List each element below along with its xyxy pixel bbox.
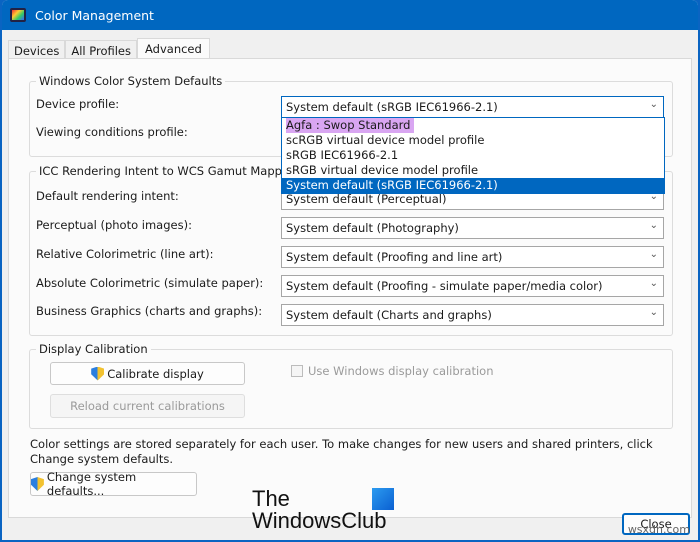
chevron-down-icon: ⌄ — [649, 220, 658, 231]
chevron-down-icon: ⌄ — [649, 278, 658, 289]
dropdown-option[interactable]: scRGB virtual device model profile — [282, 133, 664, 148]
chevron-down-icon: ⌄ — [649, 249, 658, 260]
change-system-defaults-button[interactable]: Change system defaults... — [30, 470, 197, 498]
perceptual-select[interactable]: System default (Photography) ⌄ — [281, 217, 664, 239]
dropdown-option[interactable]: sRGB IEC61966-2.1 — [282, 148, 664, 163]
icc-row-label: Absolute Colorimetric (simulate paper): — [36, 276, 264, 290]
calibrate-display-button[interactable]: Calibrate display — [50, 362, 245, 385]
button-label: Calibrate display — [107, 366, 204, 381]
group-title: Windows Color System Defaults — [36, 74, 226, 88]
reload-calibrations-button[interactable]: Reload current calibrations — [50, 394, 245, 418]
option-label: Agfa : Swop Standard — [286, 118, 415, 133]
icc-row-label: Business Graphics (charts and graphs): — [36, 304, 263, 318]
uac-shield-icon — [31, 477, 44, 491]
chevron-down-icon: ⌄ — [649, 99, 658, 110]
button-label: Change system defaults... — [46, 470, 137, 498]
selected-value: System default (Photography) — [286, 221, 459, 235]
group-title: Display Calibration — [36, 342, 151, 356]
color-management-window: Color Management Devices All Profiles Ad… — [2, 0, 698, 540]
use-windows-calibration-checkbox[interactable]: Use Windows display calibration — [291, 364, 493, 378]
absolute-colorimetric-select[interactable]: System default (Proofing - simulate pape… — [281, 275, 664, 297]
info-text: Color settings are stored separately for… — [30, 437, 653, 466]
windowsclub-watermark-logo: The WindowsClub — [252, 488, 387, 532]
icc-row-label: Default rendering intent: — [36, 189, 179, 203]
windows-logo-icon — [372, 488, 394, 510]
icc-row-label: Perceptual (photo images): — [36, 218, 192, 232]
business-graphics-select[interactable]: System default (Charts and graphs) ⌄ — [281, 304, 664, 326]
selected-value: System default (Charts and graphs) — [286, 308, 492, 322]
checkbox-label: Use Windows display calibration — [308, 364, 494, 378]
relative-colorimetric-select[interactable]: System default (Proofing and line art) ⌄ — [281, 246, 664, 268]
viewing-conditions-label: Viewing conditions profile: — [36, 125, 188, 139]
uac-shield-icon — [91, 366, 105, 381]
chevron-down-icon: ⌄ — [649, 307, 658, 318]
checkbox-box[interactable] — [291, 365, 303, 377]
window-title: Color Management — [35, 7, 154, 23]
selected-value: System default (sRGB IEC61966-2.1) — [286, 100, 498, 114]
device-profile-dropdown-list: Agfa : Swop Standard scRGB virtual devic… — [281, 117, 665, 194]
dropdown-option-selected[interactable]: System default (sRGB IEC61966-2.1) — [282, 178, 664, 193]
logo-line: The — [252, 486, 290, 511]
device-profile-label: Device profile: — [36, 97, 120, 111]
device-profile-select[interactable]: System default (sRGB IEC61966-2.1) ⌄ — [281, 96, 664, 118]
selected-value: System default (Proofing and line art) — [286, 250, 503, 264]
icc-row-label: Relative Colorimetric (line art): — [36, 247, 214, 261]
site-watermark: wsxdn.com — [627, 523, 690, 536]
logo-line: WindowsClub — [252, 508, 387, 533]
color-management-icon — [10, 8, 26, 22]
title-bar: Color Management — [2, 0, 698, 30]
dropdown-option[interactable]: sRGB virtual device model profile — [282, 163, 664, 178]
dropdown-option[interactable]: Agfa : Swop Standard — [282, 118, 664, 133]
group-title: ICC Rendering Intent to WCS Gamut Mappin… — [36, 164, 303, 178]
selected-value: System default (Proofing - simulate pape… — [286, 279, 603, 293]
selected-value: System default (Perceptual) — [286, 192, 447, 206]
